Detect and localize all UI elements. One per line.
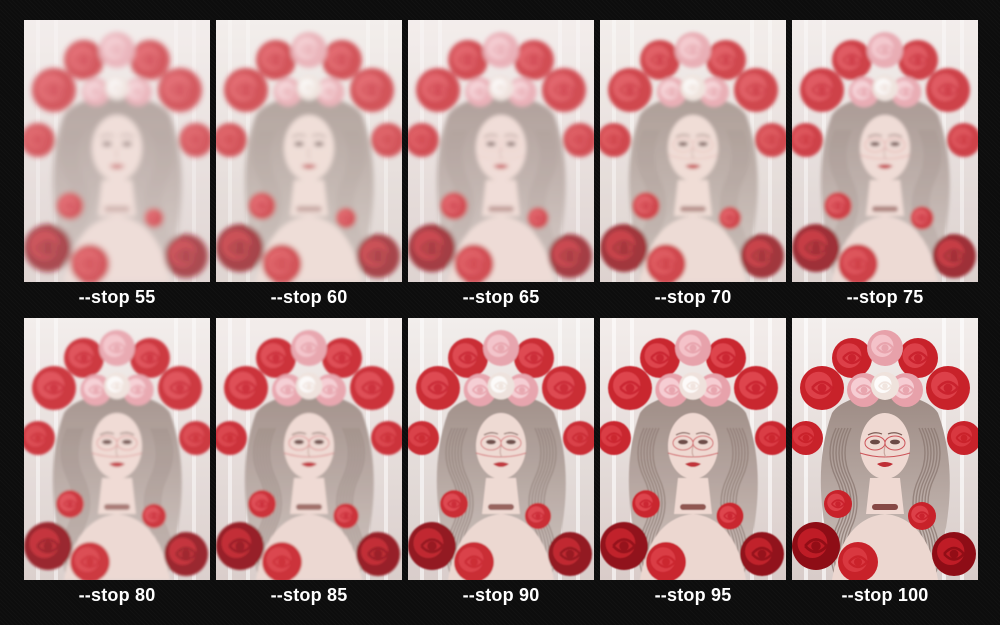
portrait-illustration <box>216 318 402 580</box>
haze <box>792 20 978 282</box>
portrait-image <box>216 318 402 580</box>
portrait-illustration <box>24 20 210 282</box>
portrait-illustration <box>24 318 210 580</box>
panel-caption: --stop 95 <box>654 585 732 605</box>
portrait-image <box>216 20 402 282</box>
panel-stop-65: --stop 65 <box>408 20 594 318</box>
panel-caption: --stop 85 <box>270 585 348 605</box>
portrait-image <box>24 318 210 580</box>
stop-comparison-grid: --stop 55 --stop 60 --stop 65 --stop 70 … <box>24 20 980 615</box>
portrait-illustration <box>600 318 786 580</box>
panel-stop-95: --stop 95 <box>600 318 786 616</box>
panel-stop-75: --stop 75 <box>792 20 978 318</box>
panel-stop-80: --stop 80 <box>24 318 210 616</box>
haze <box>216 318 402 580</box>
panel-caption: --stop 80 <box>78 585 156 605</box>
panel-stop-70: --stop 70 <box>600 20 786 318</box>
panel-caption: --stop 100 <box>841 585 929 605</box>
panel-caption: --stop 70 <box>654 287 732 307</box>
portrait-image <box>792 318 978 580</box>
panel-caption: --stop 75 <box>846 287 924 307</box>
panel-caption: --stop 55 <box>78 287 156 307</box>
portrait-illustration <box>408 20 594 282</box>
portrait-illustration <box>600 20 786 282</box>
panel-stop-85: --stop 85 <box>216 318 402 616</box>
portrait-image <box>24 20 210 282</box>
panel-caption: --stop 65 <box>462 287 540 307</box>
portrait-image <box>408 20 594 282</box>
haze <box>408 20 594 282</box>
haze <box>408 318 594 580</box>
haze <box>216 20 402 282</box>
portrait-image <box>600 318 786 580</box>
panel-stop-60: --stop 60 <box>216 20 402 318</box>
panel-stop-55: --stop 55 <box>24 20 210 318</box>
panel-stop-100: --stop 100 <box>792 318 978 616</box>
portrait-image <box>792 20 978 282</box>
portrait-illustration <box>792 20 978 282</box>
haze <box>600 20 786 282</box>
portrait-image <box>600 20 786 282</box>
portrait-image <box>408 318 594 580</box>
haze <box>600 318 786 580</box>
panel-caption: --stop 60 <box>270 287 348 307</box>
comparison-sheet: --stop 55 --stop 60 --stop 65 --stop 70 … <box>0 0 1000 625</box>
panel-stop-90: --stop 90 <box>408 318 594 616</box>
panel-caption: --stop 90 <box>462 585 540 605</box>
portrait-illustration <box>408 318 594 580</box>
haze <box>24 318 210 580</box>
portrait-illustration <box>792 318 978 580</box>
portrait-illustration <box>216 20 402 282</box>
haze <box>24 20 210 282</box>
